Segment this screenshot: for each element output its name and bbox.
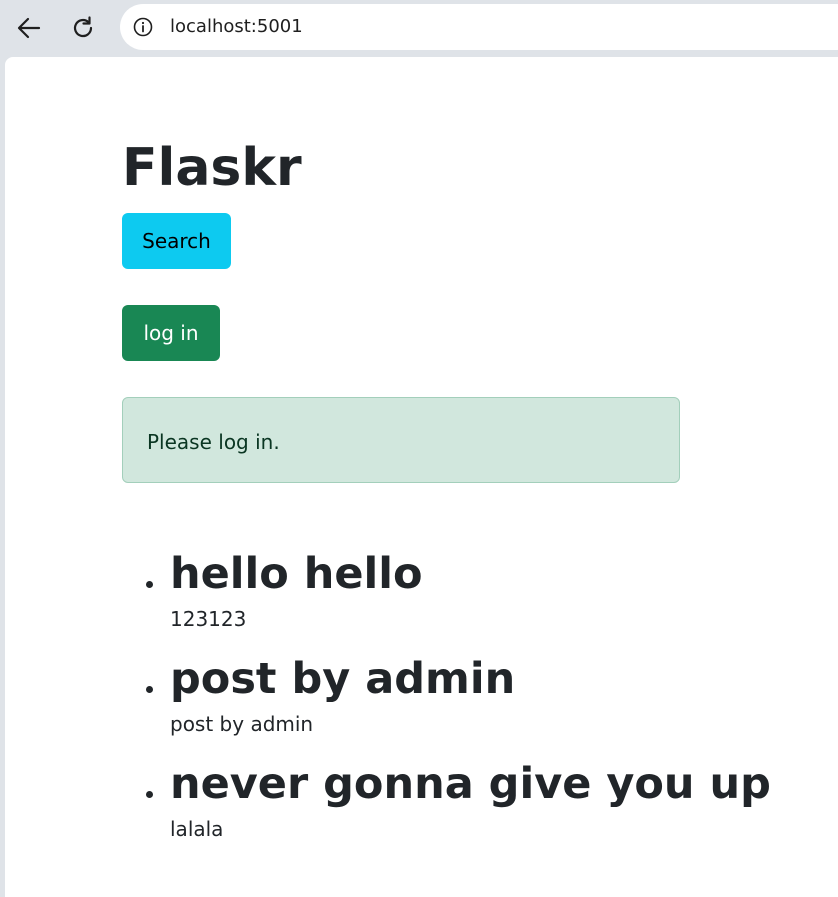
bullet	[146, 686, 153, 693]
bullet	[146, 581, 153, 588]
post-body: lalala	[170, 817, 224, 841]
browser-toolbar: localhost:5001	[0, 0, 838, 57]
post-list: hello hello 123123 post by admin post by…	[122, 543, 782, 858]
page-viewport: Flaskr Search log in Please log in. hell…	[5, 57, 838, 897]
back-arrow-icon	[16, 15, 42, 41]
page-title: Flaskr	[122, 138, 302, 198]
bullet	[146, 791, 153, 798]
post-item: hello hello 123123	[122, 543, 782, 648]
flash-message: Please log in.	[122, 397, 680, 483]
reload-icon	[70, 15, 96, 41]
address-bar[interactable]: localhost:5001	[120, 4, 838, 50]
post-item: post by admin post by admin	[122, 648, 782, 753]
post-body: post by admin	[170, 712, 314, 736]
post-item: never gonna give you up lalala	[122, 753, 782, 858]
login-button[interactable]: log in	[122, 305, 220, 361]
post-title: hello hello	[170, 549, 423, 599]
post-title: post by admin	[170, 654, 516, 704]
post-title: never gonna give you up	[170, 759, 771, 809]
search-button[interactable]: Search	[122, 213, 231, 269]
post-body: 123123	[170, 607, 247, 631]
back-button[interactable]	[9, 8, 49, 48]
info-icon[interactable]	[133, 17, 153, 37]
url-text[interactable]: localhost:5001	[170, 16, 303, 38]
reload-button[interactable]	[63, 8, 103, 48]
